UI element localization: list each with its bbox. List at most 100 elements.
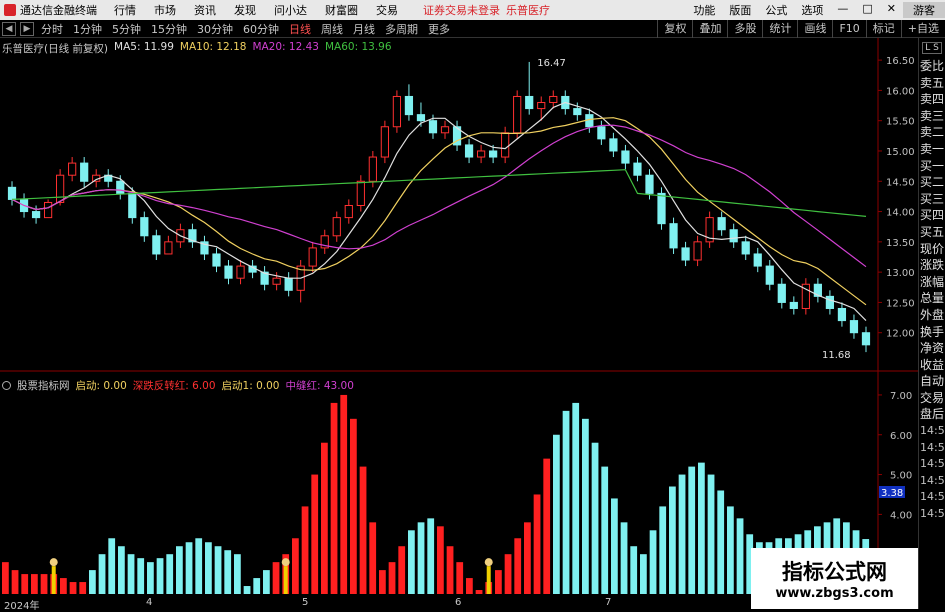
period-multi[interactable]: 多周期 (380, 21, 423, 37)
panel-tab[interactable]: L S (922, 42, 942, 54)
menu-item-options[interactable]: 选项 (794, 2, 830, 18)
menu-item-trade[interactable]: 交易 (367, 2, 407, 18)
maximize-icon[interactable]: □ (855, 2, 879, 18)
indicator-bars-group (2, 394, 870, 594)
tool-f10[interactable]: F10 (832, 20, 865, 38)
indicator-bar (272, 562, 280, 594)
period-intraday[interactable]: 分时 (36, 21, 68, 37)
indicator-bar (611, 498, 618, 594)
panel-row: 收益 (920, 357, 945, 372)
candle-body (332, 217, 341, 237)
indicator-bar (495, 570, 502, 594)
candle-body (380, 126, 389, 158)
period-15min[interactable]: 15分钟 (146, 21, 192, 37)
indicator-bar (446, 546, 454, 594)
panel-row: 自动 (920, 374, 945, 389)
period-weekly[interactable]: 周线 (316, 21, 348, 37)
stock-name-header: 乐普医疗 (506, 4, 550, 17)
panel-row: 买四 (920, 208, 945, 223)
tool-draw[interactable]: 画线 (797, 20, 832, 38)
start-signal-marker (49, 558, 58, 567)
indicator-bar (369, 522, 377, 594)
start-signal-bar (283, 566, 288, 594)
y-tick-label: 16.00 (886, 86, 915, 97)
x-label-4: 4 (146, 597, 153, 608)
indicator-bar (379, 570, 386, 594)
indicator-bar (21, 574, 29, 594)
tool-stats[interactable]: 统计 (762, 20, 797, 38)
candles-group (7, 61, 871, 353)
menu-item-market[interactable]: 市场 (145, 2, 185, 18)
indicator-bar (456, 562, 464, 594)
menu-item-formula[interactable]: 公式 (758, 2, 794, 18)
period-1min[interactable]: 1分钟 (68, 21, 107, 37)
ind-y-tick-label: 5.00 (890, 471, 912, 482)
menu-item-ask[interactable]: 问小达 (265, 2, 316, 18)
candle-body (224, 265, 233, 279)
menu-item-wealth[interactable]: 财富圈 (316, 2, 367, 18)
panel-time: 14:56 (920, 490, 945, 504)
indicator-bar (727, 506, 734, 594)
y-tick-label: 12.00 (886, 329, 915, 340)
period-30min[interactable]: 30分钟 (192, 21, 238, 37)
panel-row: 卖三 (920, 108, 945, 123)
period-toolbar: ◀ ▶ 分时 1分钟 5分钟 15分钟 30分钟 60分钟 日线 周线 月线 多… (0, 20, 945, 38)
ind-y-tick-label: 4.00 (890, 510, 912, 521)
indicator-bar (408, 530, 415, 594)
candle-body (633, 162, 642, 176)
current-value-text: 3.38 (881, 488, 903, 499)
menu-item-news[interactable]: 资讯 (185, 2, 225, 18)
period-60min[interactable]: 60分钟 (238, 21, 284, 37)
panel-row: 卖一 (920, 141, 945, 156)
panel-row: 委比 (920, 59, 945, 73)
candle-body (31, 211, 41, 219)
period-5min[interactable]: 5分钟 (107, 21, 146, 37)
ind-y-tick-label: 7.00 (890, 391, 912, 402)
period-daily[interactable]: 日线 (284, 21, 316, 37)
menu-item-layout[interactable]: 版面 (722, 2, 758, 18)
y-axis-group: 16.50 16.00 15.50 15.00 14.50 14.00 13.50 13.00… (878, 56, 915, 561)
menu-item-function[interactable]: 功能 (686, 2, 722, 18)
candle-body (428, 120, 438, 134)
indicator-bar (292, 538, 299, 594)
menu-item-discover[interactable]: 发现 (225, 2, 265, 18)
indicator-bar (176, 546, 183, 594)
candle-body (80, 162, 89, 182)
tool-add-watchlist[interactable]: +自选 (900, 20, 945, 38)
tool-multi-stock[interactable]: 多股 (727, 20, 762, 38)
x-label-2024: 2024年 (4, 601, 40, 612)
back-icon[interactable]: ◀ (2, 21, 16, 36)
ma-line-60 (11, 169, 867, 217)
menu-item-quotes[interactable]: 行情 (105, 2, 145, 18)
y-tick-label: 14.00 (886, 208, 915, 219)
panel-row: 外盘 (920, 307, 945, 322)
tool-adjust[interactable]: 复权 (657, 20, 692, 38)
indicator-bar (185, 542, 193, 594)
candle-body (693, 241, 702, 261)
candle-body (128, 192, 137, 219)
tool-overlay[interactable]: 叠加 (692, 20, 727, 38)
panel-row: 买一 (920, 158, 945, 173)
close-icon[interactable]: ✕ (880, 2, 903, 18)
login-warning[interactable]: 证券交易未登录 (423, 2, 500, 18)
candle-body (308, 247, 317, 267)
indicator-bar (156, 558, 164, 594)
tool-mark[interactable]: 标记 (865, 20, 901, 38)
guest-button[interactable]: 游客 (903, 2, 945, 18)
tdx-logo-icon (4, 4, 16, 16)
panel-row: 净资 (920, 341, 945, 356)
indicator-bar (620, 522, 628, 594)
forward-icon[interactable]: ▶ (20, 21, 34, 36)
candle-body (152, 235, 161, 255)
candle-body (597, 126, 606, 140)
period-monthly[interactable]: 月线 (348, 21, 380, 37)
start-signal-bar (51, 566, 56, 594)
app-logo: 通达信金融终端 (0, 2, 105, 18)
menu-bar: 通达信金融终端 行情 市场 资讯 发现 问小达 财富圈 交易 证券交易未登录 乐… (0, 0, 945, 20)
panel-time: 14:56 (920, 424, 945, 438)
chart-area[interactable]: 16.50 16.00 15.50 15.00 14.50 14.00 13.50 13.00… (0, 38, 918, 609)
period-more[interactable]: 更多 (423, 21, 455, 37)
minimize-icon[interactable]: — (830, 2, 855, 18)
candle-body (489, 150, 498, 158)
panel-row: 涨幅 (920, 274, 945, 289)
